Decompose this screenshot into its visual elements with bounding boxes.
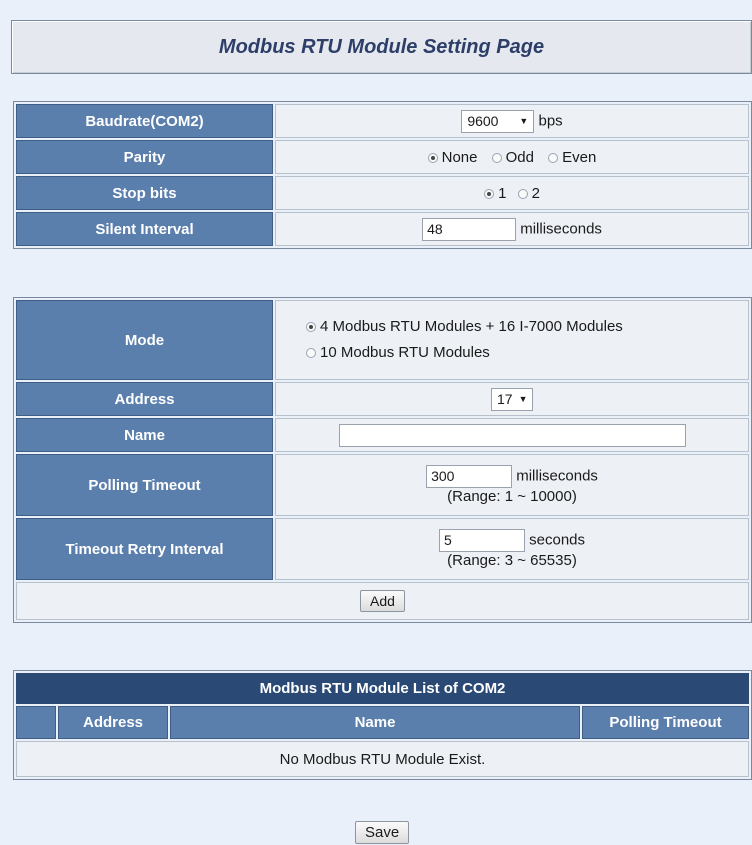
radio-checked-icon — [306, 322, 316, 333]
page-title: Modbus RTU Module Setting Page — [218, 35, 545, 58]
retry-interval-range: (Range: 3 ~ 65535) — [447, 552, 577, 569]
baudrate-label: Baudrate(COM2) — [16, 104, 273, 138]
parity-none-radio[interactable]: None — [427, 149, 477, 166]
stopbits-1-radio[interactable]: 1 — [484, 185, 506, 202]
serial-settings-table: Baudrate(COM2) 9600 ▼ bps Parity None Od… — [13, 101, 752, 249]
list-empty-message: No Modbus RTU Module Exist. — [16, 741, 749, 777]
retry-interval-input[interactable]: 5 — [438, 529, 525, 552]
silent-interval-unit: milliseconds — [520, 219, 602, 237]
mode-label: Mode — [16, 300, 273, 380]
stopbits-label: Stop bits — [16, 176, 273, 210]
address-select[interactable]: 17 ▼ — [491, 387, 533, 411]
list-header-address: Address — [58, 706, 168, 739]
retry-interval-label: Timeout Retry Interval — [16, 518, 273, 580]
radio-icon — [548, 152, 559, 163]
page-title-box: Modbus RTU Module Setting Page — [11, 20, 752, 74]
address-label: Address — [16, 382, 273, 416]
name-input[interactable] — [338, 423, 686, 447]
radio-icon — [491, 152, 502, 163]
silent-interval-label: Silent Interval — [16, 212, 273, 246]
parity-even-radio[interactable]: Even — [548, 149, 596, 166]
chevron-down-icon: ▼ — [519, 116, 529, 126]
radio-checked-icon — [427, 152, 438, 163]
baudrate-select[interactable]: 9600 ▼ — [461, 109, 535, 133]
list-header-select — [16, 706, 56, 739]
polling-timeout-input[interactable]: 300 — [426, 465, 513, 488]
radio-checked-icon — [484, 188, 495, 199]
module-list-title: Modbus RTU Module List of COM2 — [16, 673, 749, 704]
polling-timeout-range: (Range: 1 ~ 10000) — [447, 488, 577, 505]
radio-icon — [517, 188, 528, 199]
silent-interval-input[interactable]: 48 — [422, 217, 517, 241]
module-settings-table: Mode 4 Modbus RTU Modules + 16 I-7000 Mo… — [13, 297, 752, 623]
mode-option-2-radio[interactable]: 10 Modbus RTU Modules — [306, 340, 748, 366]
mode-option-1-radio[interactable]: 4 Modbus RTU Modules + 16 I-7000 Modules — [306, 314, 748, 340]
parity-label: Parity — [16, 140, 273, 174]
list-header-polling-timeout: Polling Timeout — [582, 706, 749, 739]
stopbits-2-radio[interactable]: 2 — [517, 185, 540, 202]
add-button[interactable]: Add — [360, 590, 405, 612]
list-header-name: Name — [170, 706, 580, 739]
save-button[interactable]: Save — [355, 821, 410, 844]
parity-odd-radio[interactable]: Odd — [491, 149, 534, 166]
name-label: Name — [16, 418, 273, 452]
radio-icon — [306, 348, 316, 359]
polling-timeout-label: Polling Timeout — [16, 454, 273, 516]
module-list-table: Modbus RTU Module List of COM2 Address N… — [13, 670, 752, 780]
baudrate-unit: bps — [538, 111, 563, 129]
retry-interval-unit: seconds — [529, 531, 586, 549]
polling-timeout-unit: milliseconds — [516, 467, 598, 485]
chevron-down-icon: ▼ — [518, 394, 528, 404]
